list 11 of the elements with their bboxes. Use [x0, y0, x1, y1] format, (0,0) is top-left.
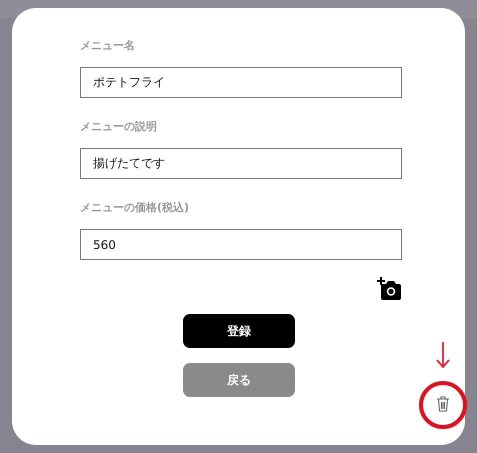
annotation-circle — [418, 380, 468, 430]
add-photo-icon[interactable] — [377, 277, 401, 300]
input-field[interactable]: 揚げたてです — [80, 148, 402, 179]
field-label: メニューの説明 — [80, 119, 158, 134]
annotation-arrow — [436, 342, 450, 368]
input-field[interactable]: 560 — [80, 229, 402, 260]
register-button[interactable]: 登録 — [183, 314, 295, 348]
field-label: メニュー名 — [80, 38, 136, 53]
trash-icon[interactable] — [436, 396, 450, 412]
input-field[interactable]: ポテトフライ — [80, 67, 402, 98]
field-label: メニューの価格(税込) — [80, 200, 190, 215]
